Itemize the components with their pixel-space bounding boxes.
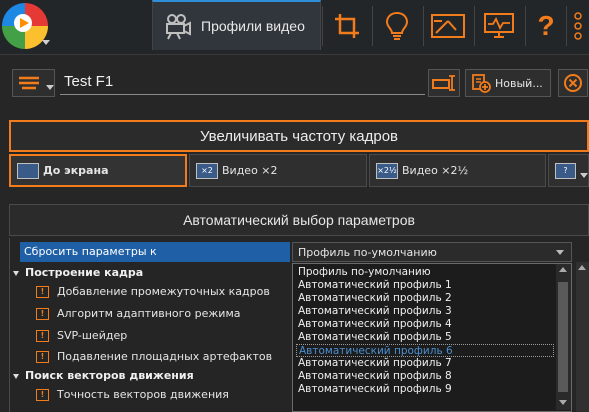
group-label: Поиск векторов движения [25,369,194,382]
dropdown-option[interactable]: Автоматический профиль 4 [296,318,554,331]
dropdown-option[interactable]: Автоматический профиль 5 [296,331,554,344]
list-item[interactable]: ! Подавление площадных артефактов [36,350,272,363]
reset-parameters-label[interactable]: Сбросить параметры к [20,242,290,262]
chevron-down-icon[interactable] [42,40,50,45]
rename-profile-button[interactable] [428,69,460,97]
profile-menu-button[interactable] [12,69,55,97]
lighting-button[interactable] [373,6,421,46]
dropdown-option[interactable]: Автоматический профиль 3 [296,305,554,318]
monitor-icon [484,13,514,38]
scroll-up-icon[interactable] [559,267,567,272]
dropdown-scrollbar-thumb[interactable] [558,282,568,392]
increase-frame-rate-button[interactable]: Увеличивать частоту кадров [9,120,589,152]
new-document-icon [472,74,491,93]
mode-custom-button[interactable]: ? [548,154,589,187]
list-item[interactable]: ! SVP-шейдер [36,329,127,342]
warning-icon: ! [36,329,49,342]
crop-icon [335,14,359,38]
dropdown-option[interactable]: Автоматический профиль 2 [296,292,554,305]
screen-icon [17,162,39,179]
dropdown-option[interactable]: Автоматический профиль 9 [296,383,554,396]
dropdown-option[interactable]: Автоматический профиль 7 [296,357,554,370]
list-item[interactable]: ! Добавление промежуточных кадров [36,285,270,298]
more-icon [574,12,582,40]
mode-label: До экрана [43,164,109,177]
aspect-icon [431,14,465,38]
help-icon[interactable]: ? [526,6,566,46]
edit-profile-icon [432,75,455,91]
monitor-button[interactable] [475,6,523,46]
auto-parameters-button[interactable]: Автоматический выбор параметров [9,204,589,236]
dropdown-option[interactable]: Автоматический профиль 8 [296,370,554,383]
lightbulb-icon [385,11,409,40]
scroll-down-icon[interactable] [559,400,567,405]
aspect-button[interactable] [424,6,472,46]
play-icon [20,18,29,28]
profile-name-field[interactable]: Test F1 [60,71,425,95]
hamburger-icon [19,76,39,90]
dropdown-option[interactable]: Автоматический профиль 1 [296,279,554,292]
x2-5-icon: ×2½ [376,162,398,179]
film-camera-icon [166,14,191,40]
item-label: Добавление промежуточных кадров [57,285,270,298]
collapse-icon [13,270,19,276]
mode-video-x2-button[interactable]: ×2 Видео ×2 [189,154,367,187]
chevron-down-icon[interactable] [556,250,564,255]
tree-scrollbar[interactable] [576,262,589,412]
chevron-down-icon [580,173,588,178]
more-button[interactable] [568,6,588,46]
delete-profile-button[interactable] [558,69,588,97]
new-profile-label: Новый... [495,76,543,90]
close-icon [564,74,582,92]
mode-label: Видео ×2 [222,164,278,177]
group-label: Построение кадра [25,266,144,279]
tab-label: Профили видео [201,18,305,34]
chevron-down-icon [46,84,54,90]
warning-icon: ! [36,307,49,320]
dropdown-option[interactable]: Профиль по-умолчанию [296,266,554,279]
mode-label: Видео ×2½ [402,164,469,177]
mode-to-screen-button[interactable]: До экрана [9,154,187,187]
toolbar-divider [566,6,567,46]
warning-icon: ! [36,285,49,298]
collapse-icon [13,373,19,379]
item-label: Алгоритм адаптивного режима [57,307,241,320]
custom-mode-icon: ? [555,162,576,179]
list-item[interactable]: ! Алгоритм адаптивного режима [36,307,241,320]
x2-icon: ×2 [196,162,218,179]
item-label: SVP-шейдер [57,329,128,342]
new-profile-button[interactable]: Новый... [465,69,551,97]
reset-profile-select[interactable]: Профиль по-умолчанию [292,242,572,262]
group-motion-vectors[interactable]: Поиск векторов движения [13,369,194,382]
warning-icon: ! [36,388,49,401]
crop-button[interactable] [323,6,371,46]
dropdown-option-highlighted[interactable]: Автоматический профиль 6 [296,344,554,357]
list-item[interactable]: ! Точность векторов движения [36,388,229,401]
item-label: Подавление площадных артефактов [57,350,273,363]
mode-video-x2half-button[interactable]: ×2½ Видео ×2½ [369,154,546,187]
item-label: Точность векторов движения [57,388,229,401]
group-frame-building[interactable]: Построение кадра [13,266,143,279]
warning-icon: ! [36,350,49,363]
scroll-up-icon[interactable] [578,265,586,270]
tab-video-profiles[interactable]: Профили видео [152,0,321,50]
